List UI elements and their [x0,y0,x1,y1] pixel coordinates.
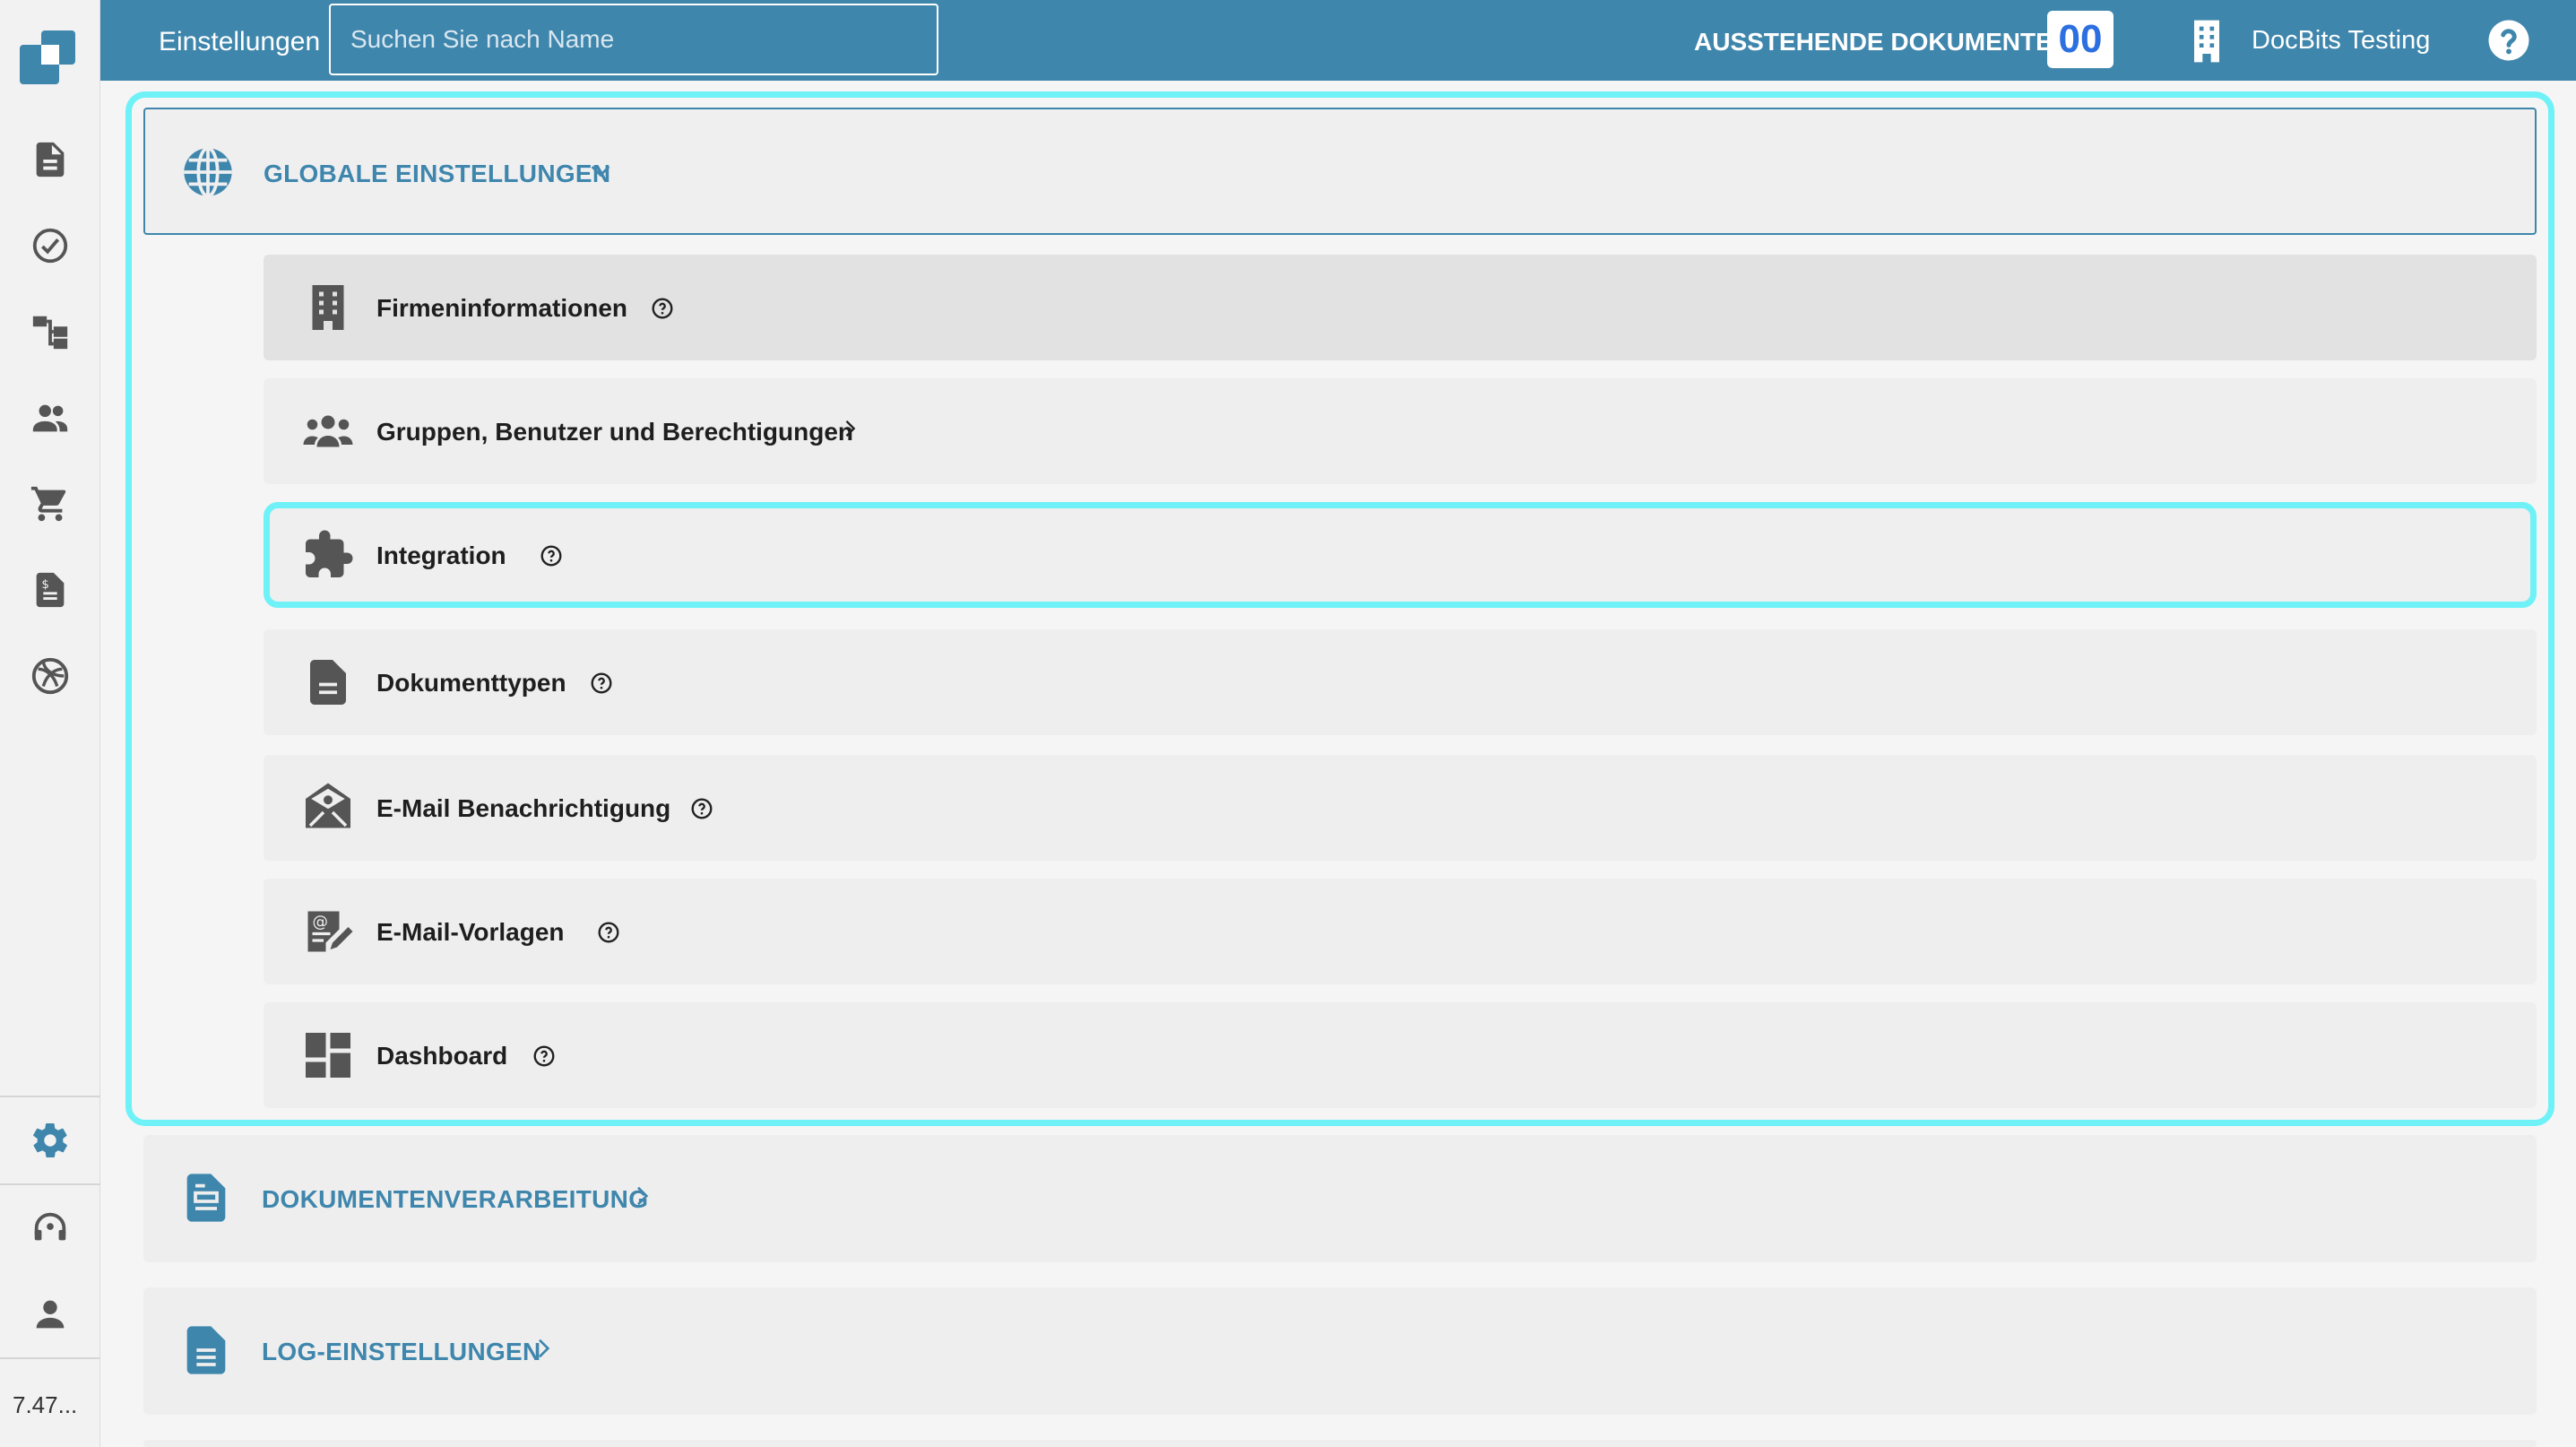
document-icon [36,142,65,178]
sidebar-item-shop[interactable] [0,461,100,547]
globe-icon [184,146,232,198]
app-version: 7.47... [13,1391,78,1418]
sidebar: $ 7.47... [0,0,100,1447]
person-icon [36,1300,65,1329]
pending-documents-label: AUSSTEHENDE DOKUMENTE: [1694,28,2062,56]
document-type-icon [310,660,346,705]
help-circle-icon[interactable] [540,544,563,568]
integration-logo-icon [31,657,69,695]
settings-item-label: Dokumenttypen [376,669,566,697]
chevron-right-icon [637,1186,649,1206]
gear-icon [33,1123,67,1157]
help-circle-icon[interactable] [597,921,620,944]
pending-documents-badge[interactable]: 00 [2047,11,2114,68]
workflow-icon [32,316,68,350]
settings-item-label: Gruppen, Benutzer und Berechtigungen [376,418,854,446]
app: $ 7.47... Einstellungen AUSSTEHENDE DOKU… [0,0,2576,1447]
sidebar-item-tasks[interactable] [0,203,100,289]
sidebar-item-support[interactable] [0,1185,100,1271]
help-circle-icon[interactable] [532,1044,556,1068]
section-label: DOKUMENTENVERARBEITUNG [262,1185,649,1213]
svg-text:$: $ [41,578,49,592]
sidebar-item-invoices[interactable]: $ [0,547,100,633]
help-circle-icon[interactable] [590,672,613,695]
section-label: LOG-EINSTELLUNGEN [262,1338,541,1365]
users-icon [32,404,68,432]
settings-item-label: Dashboard [376,1042,508,1070]
global-settings-label: GLOBALE EINSTELLUNGEN [264,160,611,187]
help-icon[interactable] [2485,16,2533,65]
settings-item-email-templates[interactable]: @ E-Mail-Vorlagen [264,879,2537,984]
invoice-icon: $ [36,572,65,608]
building-icon [312,285,344,330]
settings-item-label: E-Mail Benachrichtigung [376,794,671,822]
doc-processing-icon [186,1174,226,1222]
sidebar-item-profile[interactable] [0,1271,100,1357]
app-logo-icon[interactable] [20,29,77,86]
top-header: Einstellungen AUSSTEHENDE DOKUMENTE: 00 … [100,0,2576,81]
cart-icon [30,486,66,522]
help-circle-icon[interactable] [651,297,674,320]
building-icon [2194,20,2219,63]
email-notification-icon [306,783,350,828]
settings-item-label: Integration [376,542,506,569]
group-icon [303,415,353,447]
log-document-icon [186,1326,226,1374]
support-headset-icon [34,1212,66,1241]
svg-text:@: @ [313,914,329,931]
sidebar-item-settings[interactable] [0,1097,100,1183]
global-settings-header[interactable]: GLOBALE EINSTELLUNGEN [143,108,2537,235]
section-log-settings[interactable]: LOG-EINSTELLUNGEN [143,1287,2537,1415]
search-input[interactable] [329,4,938,75]
settings-item-company-info[interactable]: Firmeninformationen [264,255,2537,360]
settings-item-email-notification[interactable]: E-Mail Benachrichtigung [264,755,2537,861]
dashboard-icon [306,1033,350,1078]
puzzle-icon [306,530,353,577]
sidebar-divider [0,1357,100,1359]
sidebar-item-documents[interactable] [0,117,100,203]
settings-item-document-types[interactable]: Dokumenttypen [264,629,2537,735]
help-circle-icon[interactable] [690,797,713,820]
settings-item-dashboard[interactable]: Dashboard [264,1002,2537,1108]
organization-name[interactable]: DocBits Testing [2252,26,2430,56]
chevron-right-icon [845,420,856,437]
settings-item-integration[interactable]: Integration [264,502,2537,608]
chevron-down-icon [591,166,610,178]
sidebar-item-users[interactable] [0,375,100,461]
sidebar-item-integration[interactable] [0,633,100,719]
check-circle-icon [32,228,68,264]
section-document-processing[interactable]: DOKUMENTENVERARBEITUNG [143,1135,2537,1262]
chevron-right-icon [539,1339,550,1358]
settings-item-label: E-Mail-Vorlagen [376,918,565,946]
page-title: Einstellungen [159,27,321,56]
section-next-partial[interactable] [143,1440,2537,1447]
settings-item-groups-users-permissions[interactable]: Gruppen, Benutzer und Berechtigungen [264,378,2537,484]
email-template-icon: @ [307,911,353,952]
sidebar-item-workflow[interactable] [0,289,100,375]
settings-item-label: Firmeninformationen [376,294,628,322]
